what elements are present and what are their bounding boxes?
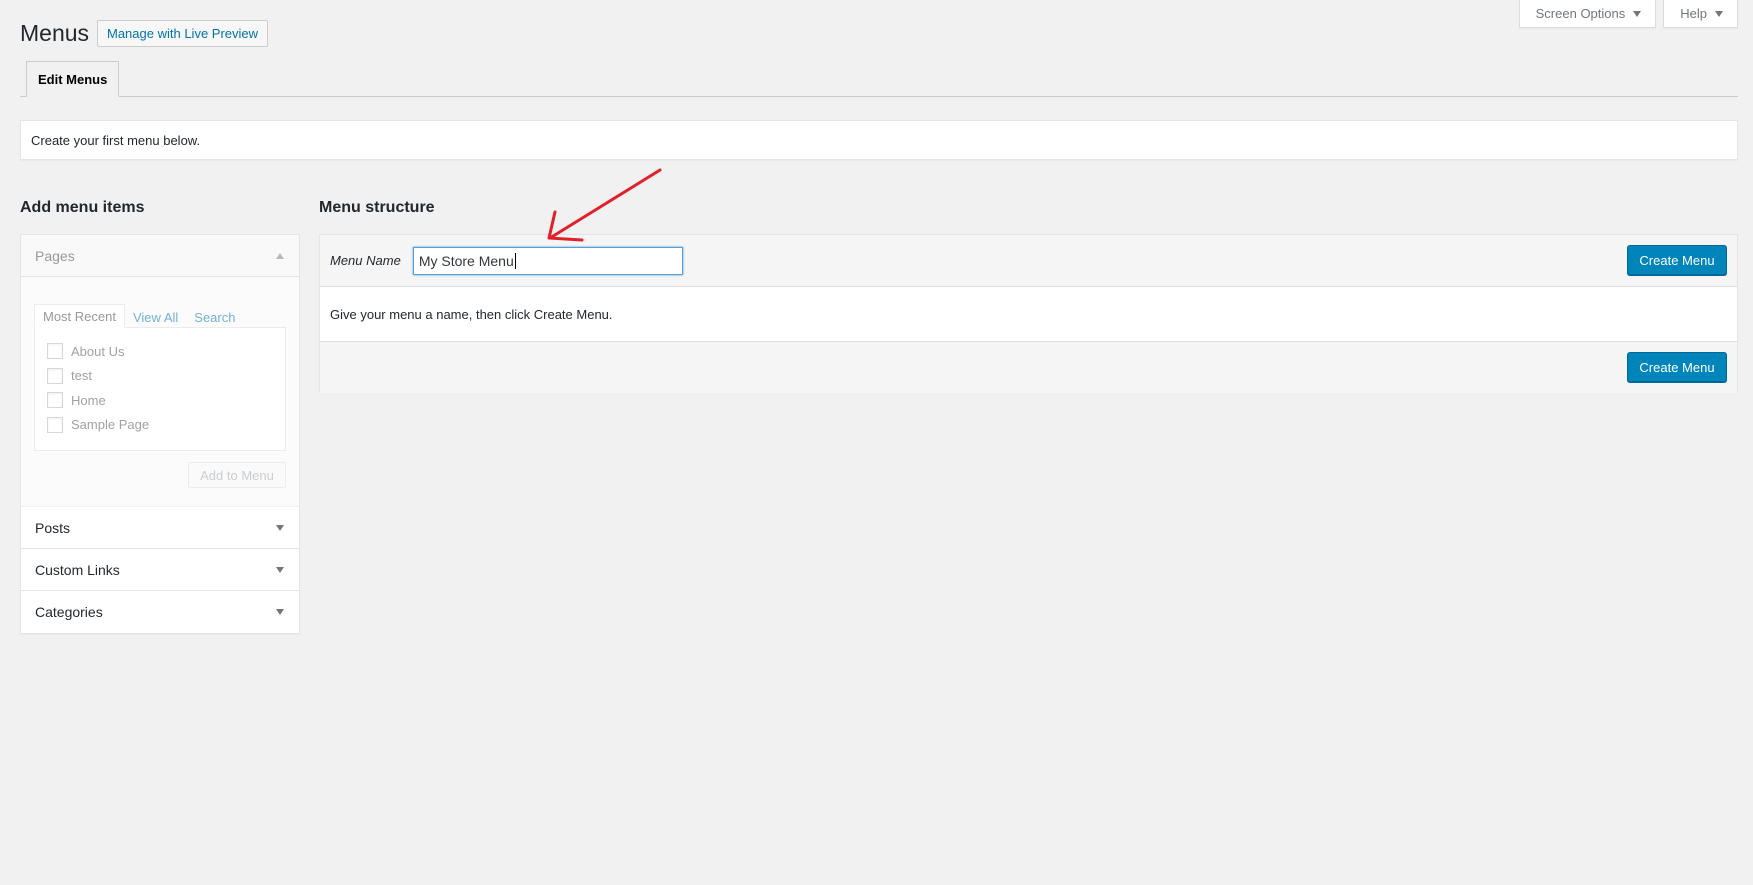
create-menu-button-bottom[interactable]: Create Menu: [1627, 352, 1727, 382]
tab-most-recent[interactable]: Most Recent: [34, 304, 125, 328]
arrow-down-icon: [276, 609, 284, 615]
page-checkbox[interactable]: [47, 343, 63, 360]
pages-tabs: Most Recent View All Search: [34, 304, 286, 328]
accordion-custom-links-label: Custom Links: [35, 561, 120, 578]
accordion-posts-header[interactable]: Posts: [21, 507, 299, 549]
menu-management-box: Menu Name My Store Menu Create Menu Give…: [319, 234, 1738, 393]
manage-live-preview-button[interactable]: Manage with Live Preview: [97, 20, 269, 47]
tab-search[interactable]: Search: [186, 310, 243, 328]
page-item[interactable]: Sample Page: [47, 413, 273, 438]
text-cursor: [514, 252, 516, 269]
notice-text: Create your first menu below.: [31, 132, 201, 148]
page-checkbox[interactable]: [47, 416, 63, 433]
page-item[interactable]: Home: [47, 388, 273, 413]
page-label: Sample Page: [71, 417, 150, 433]
add-menu-items-title: Add menu items: [20, 199, 145, 216]
accordion-pages-header[interactable]: Pages: [21, 235, 299, 277]
menu-name-label: Menu Name: [330, 253, 401, 268]
tab-edit-menus[interactable]: Edit Menus: [26, 61, 120, 97]
page-checkbox[interactable]: [47, 367, 63, 384]
add-to-menu-button[interactable]: Add to Menu: [188, 462, 286, 488]
page-title: Menus: [20, 20, 90, 46]
menu-structure-title: Menu structure: [319, 199, 435, 216]
instruction-text: Give your menu a name, then click Create…: [330, 306, 613, 322]
menu-footer: Create Menu: [320, 341, 1737, 393]
help-label: Help: [1680, 6, 1707, 21]
accordion-categories-label: Categories: [35, 604, 103, 620]
arrow-down-icon: [276, 566, 284, 573]
accordion-posts-label: Posts: [35, 519, 71, 536]
page-checkbox[interactable]: [47, 392, 63, 409]
screen-meta-links: Screen Options Help: [1518, 0, 1738, 28]
menu-name-value: My Store Menu: [418, 252, 514, 269]
page-label: Home: [71, 392, 106, 408]
pages-checklist: About Us test Home Sample Page: [34, 327, 286, 451]
menu-header: Menu Name My Store Menu Create Menu: [320, 235, 1737, 287]
accordion-pages-label: Pages: [35, 247, 75, 264]
page-item[interactable]: test: [47, 364, 273, 389]
arrow-down-icon: [276, 524, 284, 531]
menu-name-input[interactable]: My Store Menu: [412, 246, 683, 275]
screen-options-label: Screen Options: [1535, 6, 1626, 21]
notice-create-first-menu: Create your first menu below.: [20, 120, 1738, 160]
accordion-pages-body: Most Recent View All Search About Us tes…: [21, 277, 299, 507]
page-item[interactable]: About Us: [47, 339, 273, 364]
nav-tab-wrapper: Edit Menus: [20, 61, 1738, 97]
menu-instructions: Give your menu a name, then click Create…: [320, 287, 1737, 341]
help-button[interactable]: Help: [1663, 0, 1738, 28]
accordion-categories-header[interactable]: Categories: [21, 591, 299, 633]
caret-down-icon: [1633, 10, 1642, 17]
caret-down-icon: [1715, 10, 1723, 17]
red-arrow: [547, 168, 662, 242]
arrow-up-icon: [276, 252, 284, 259]
create-menu-button-top[interactable]: Create Menu: [1627, 245, 1727, 275]
add-menu-items-accordion: Pages Most Recent View All Search About …: [20, 234, 300, 634]
page-label: test: [71, 368, 92, 384]
page-label: About Us: [71, 343, 125, 359]
screen-options-button[interactable]: Screen Options: [1518, 0, 1657, 28]
tab-view-all[interactable]: View All: [125, 310, 186, 328]
accordion-custom-links-header[interactable]: Custom Links: [21, 549, 299, 591]
